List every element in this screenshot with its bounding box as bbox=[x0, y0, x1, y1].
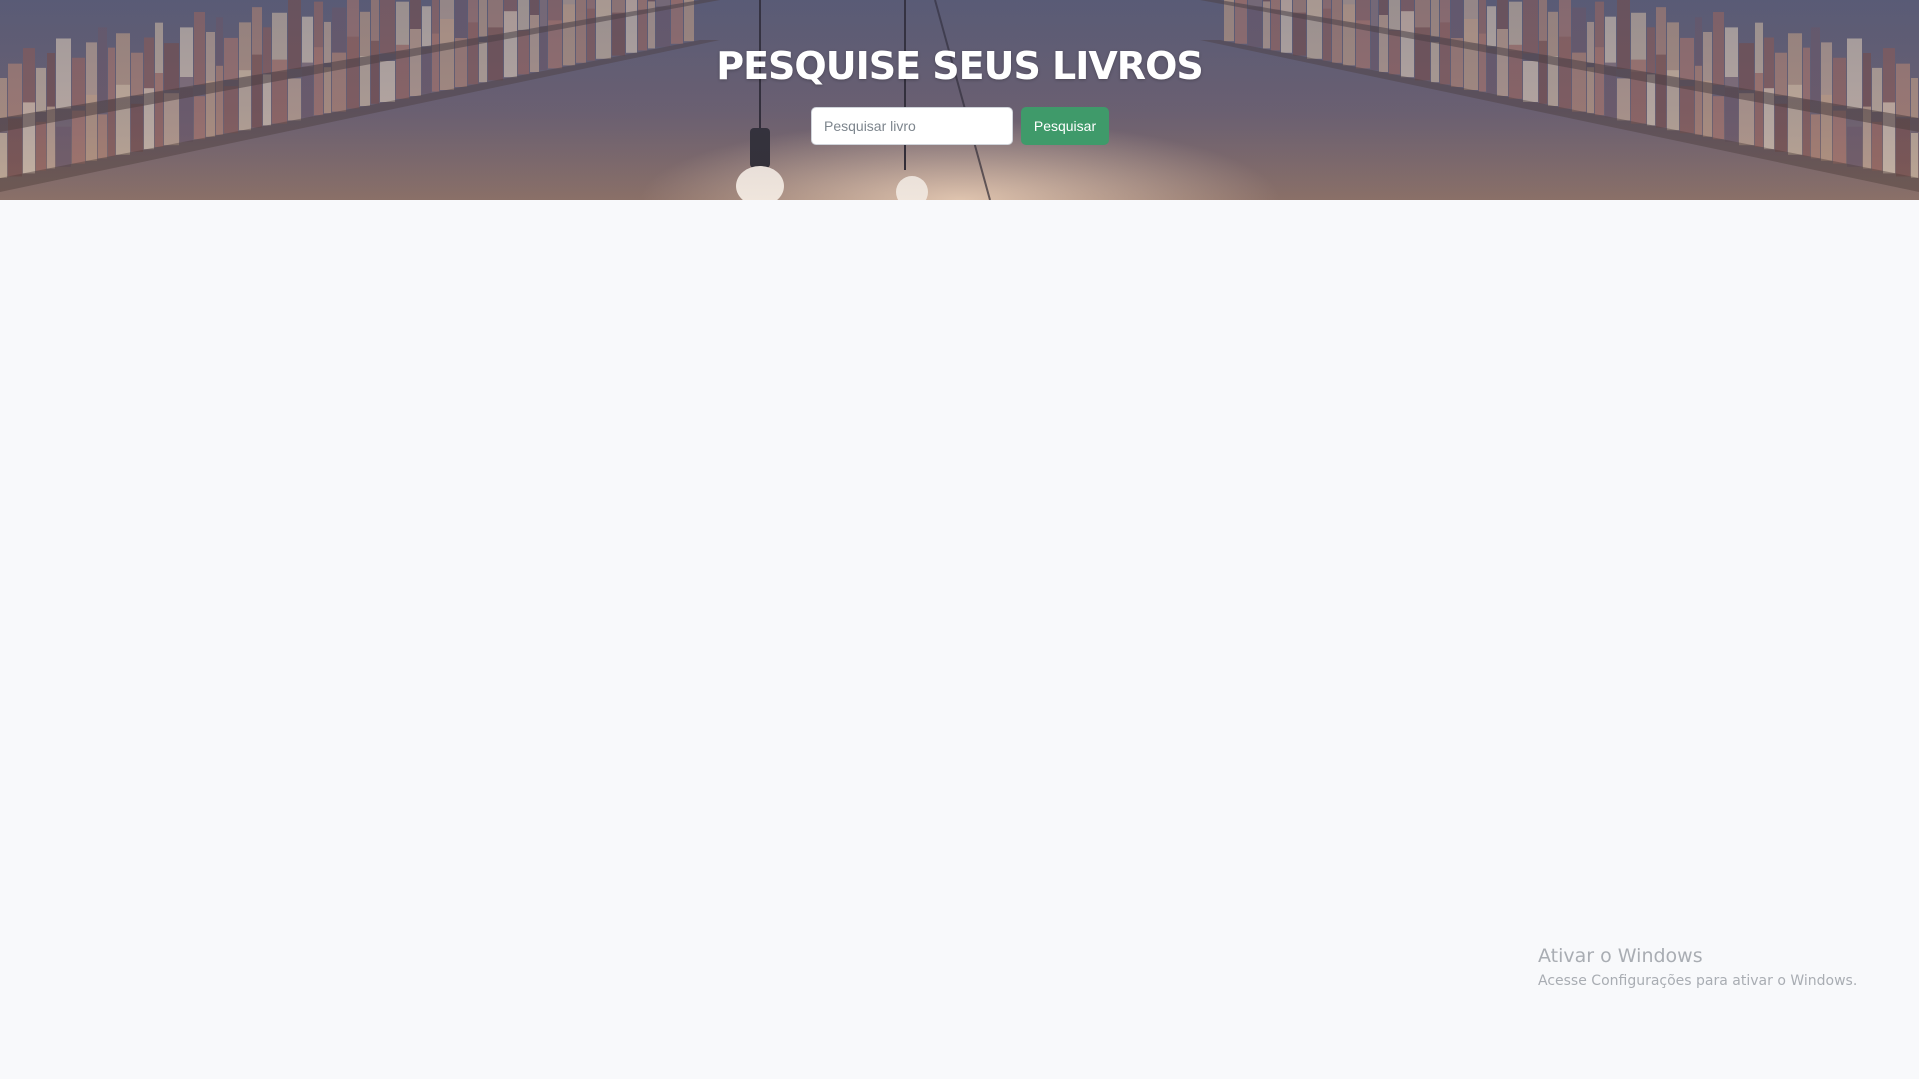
search-bar: Pesquisar bbox=[811, 107, 1109, 145]
hero-banner: PESQUISE SEUS LIVROS Pesquisar bbox=[0, 0, 1919, 200]
watermark-title: Ativar o Windows bbox=[1538, 945, 1703, 967]
search-button[interactable]: Pesquisar bbox=[1021, 107, 1109, 145]
page-title: PESQUISE SEUS LIVROS bbox=[716, 44, 1204, 88]
hero-overlay bbox=[0, 0, 1919, 200]
search-input[interactable] bbox=[811, 107, 1013, 145]
windows-activation-watermark: Ativar o Windows Acesse Configurações pa… bbox=[1538, 945, 1857, 989]
watermark-subtitle: Acesse Configurações para ativar o Windo… bbox=[1538, 973, 1858, 989]
